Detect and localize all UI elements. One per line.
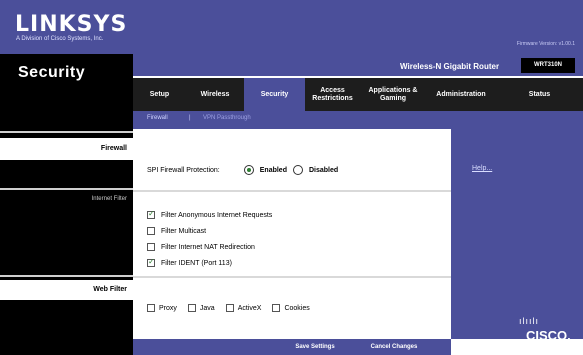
subtab-firewall[interactable]: Firewall: [147, 115, 168, 121]
java-label: Java: [199, 304, 215, 312]
web-filter-row: Proxy Java ActiveX Cookies: [147, 304, 310, 312]
activex-checkbox[interactable]: [225, 304, 234, 312]
proxy-label: Proxy: [159, 304, 177, 312]
cancel-changes-button[interactable]: Cancel Changes: [360, 341, 428, 353]
filter-ident-label: Filter IDENT (Port 113): [161, 259, 232, 267]
tab-setup[interactable]: Setup: [133, 78, 186, 111]
tab-security[interactable]: Security: [244, 78, 305, 111]
content-divider: [133, 190, 451, 192]
filter-nat-row: Filter Internet NAT Redirection: [147, 243, 255, 251]
tab-wireless[interactable]: Wireless: [186, 78, 244, 111]
firewall-enabled-label: Enabled: [259, 166, 287, 174]
subtab-separator: |: [189, 115, 191, 121]
filter-anonymous-checkbox[interactable]: [147, 209, 155, 219]
cookies-checkbox[interactable]: [272, 304, 281, 312]
filter-nat-label: Filter Internet NAT Redirection: [161, 243, 255, 251]
section-internet-filter: Internet Filter: [0, 192, 133, 206]
firmware-version: Firmware Version: v1.00.1: [516, 41, 575, 47]
tab-status[interactable]: Status: [496, 78, 583, 111]
section-web-filter: Web Filter: [0, 280, 133, 300]
firewall-disabled-radio[interactable]: [292, 165, 303, 175]
cisco-logo-bars: ılıılı: [519, 316, 540, 326]
filter-multicast-row: Filter Multicast: [147, 227, 206, 235]
filter-ident-row: Filter IDENT (Port 113): [147, 257, 232, 267]
activex-label: ActiveX: [237, 304, 262, 312]
firewall-row: SPI Firewall Protection: Enabled Disable…: [147, 165, 338, 175]
router-bar: [133, 54, 583, 76]
save-settings-button[interactable]: Save Settings: [283, 341, 347, 353]
router-name: Wireless-N Gigabit Router: [400, 62, 500, 71]
help-panel: [451, 129, 583, 339]
java-checkbox[interactable]: [187, 304, 196, 312]
proxy-checkbox[interactable]: [147, 304, 155, 312]
filter-nat-redirection-checkbox[interactable]: [147, 243, 155, 251]
section-firewall: Firewall: [0, 138, 133, 160]
filter-anonymous-row: Filter Anonymous Internet Requests: [147, 209, 273, 219]
logo-subtitle: A Division of Cisco Systems, Inc.: [16, 36, 104, 42]
cookies-label: Cookies: [284, 304, 310, 312]
tab-access-restrictions[interactable]: Access Restrictions: [305, 78, 360, 111]
spi-firewall-label: SPI Firewall Protection:: [147, 166, 220, 174]
filter-ident-checkbox[interactable]: [147, 257, 155, 267]
help-link[interactable]: Help...: [472, 165, 492, 172]
section-divider: [0, 275, 133, 277]
firewall-disabled-label: Disabled: [308, 166, 339, 174]
filter-anonymous-label: Filter Anonymous Internet Requests: [161, 211, 273, 219]
filter-multicast-checkbox[interactable]: [147, 227, 155, 235]
filter-multicast-label: Filter Multicast: [161, 227, 207, 235]
firewall-enabled-radio[interactable]: [243, 165, 254, 175]
subtab-bar: [133, 111, 583, 129]
model-number: WRT310N: [521, 58, 575, 73]
tab-applications-gaming[interactable]: Applications & Gaming: [360, 78, 426, 111]
content-divider: [133, 276, 451, 278]
linksys-logo: LINKSYS: [15, 12, 128, 37]
section-divider: [0, 131, 133, 133]
page-title: Security: [18, 64, 86, 81]
section-divider: [0, 188, 133, 190]
subtab-vpn-passthrough[interactable]: VPN Passthrough: [203, 115, 251, 121]
cisco-logo: CISCO.: [526, 328, 571, 343]
tab-administration[interactable]: Administration: [426, 78, 496, 111]
